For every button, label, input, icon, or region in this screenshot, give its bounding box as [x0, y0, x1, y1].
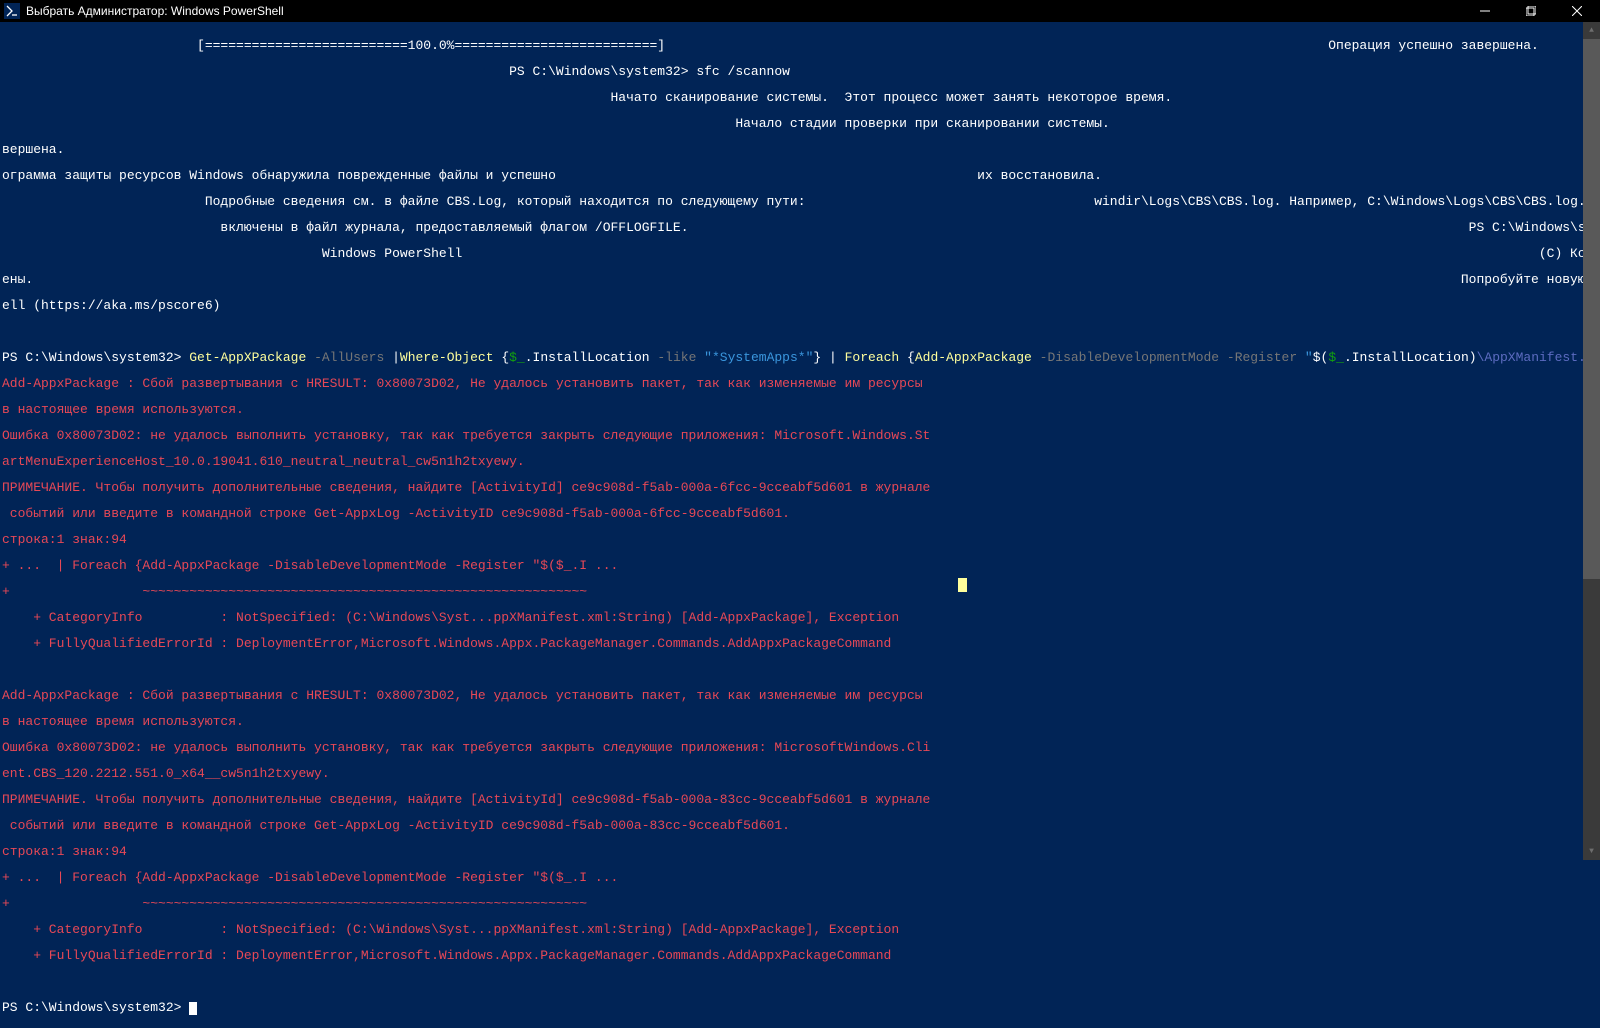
- error-line: событий или введите в командной строке G…: [2, 507, 1598, 520]
- error-line: artMenuExperienceHost_10.0.19041.610_neu…: [2, 455, 1598, 468]
- command-line: PS C:\Windows\system32> Get-AppXPackage …: [2, 351, 1598, 364]
- prompt-line[interactable]: PS C:\Windows\system32>: [2, 1001, 1598, 1015]
- powershell-icon: [4, 3, 20, 19]
- error-line: + FullyQualifiedErrorId : DeploymentErro…: [2, 637, 1598, 650]
- output-line: PS C:\Windows\system32> sfc /scannow: [2, 65, 1598, 78]
- output-line: [==========================100.0%=======…: [2, 39, 1598, 52]
- window-title: Выбрать Администратор: Windows PowerShel…: [26, 5, 284, 17]
- terminal-output[interactable]: [==========================100.0%=======…: [0, 22, 1600, 1028]
- error-line: событий или введите в командной строке G…: [2, 819, 1598, 832]
- error-line: в настоящее время используются.: [2, 715, 1598, 728]
- output-line: вершена.: [2, 143, 1598, 156]
- error-line: + ~~~~~~~~~~~~~~~~~~~~~~~~~~~~~~~~~~~~~~…: [2, 585, 1598, 598]
- error-line: + ... | Foreach {Add-AppxPackage -Disabl…: [2, 559, 1598, 572]
- output-line: ell (https://aka.ms/pscore6): [2, 299, 1598, 312]
- output-line: ограмма защиты ресурсов Windows обнаружи…: [2, 169, 1598, 182]
- minimize-button[interactable]: [1462, 0, 1508, 22]
- cursor: [189, 1002, 197, 1015]
- window-controls: [1462, 0, 1600, 22]
- scroll-down-button[interactable]: ▼: [1583, 843, 1600, 860]
- output-line: Начато сканирование системы. Этот процес…: [2, 91, 1598, 104]
- maximize-button[interactable]: [1508, 0, 1554, 22]
- error-line: + ~~~~~~~~~~~~~~~~~~~~~~~~~~~~~~~~~~~~~~…: [2, 897, 1598, 910]
- output-line: [2, 663, 1598, 676]
- error-line: + CategoryInfo : NotSpecified: (C:\Windo…: [2, 611, 1598, 624]
- scroll-thumb[interactable]: [1583, 39, 1600, 579]
- scrollbar[interactable]: ▲ ▼: [1583, 22, 1600, 860]
- output-line: Подробные сведения см. в файле CBS.Log, …: [2, 195, 1598, 208]
- error-line: строка:1 знак:94: [2, 845, 1598, 858]
- error-line: строка:1 знак:94: [2, 533, 1598, 546]
- error-line: + ... | Foreach {Add-AppxPackage -Disabl…: [2, 871, 1598, 884]
- error-line: Ошибка 0x80073D02: не удалось выполнить …: [2, 741, 1598, 754]
- error-line: Ошибка 0x80073D02: не удалось выполнить …: [2, 429, 1598, 442]
- error-line: Add-AppxPackage : Сбой развертывания с H…: [2, 689, 1598, 702]
- output-line: [2, 975, 1598, 988]
- scroll-up-button[interactable]: ▲: [1583, 22, 1600, 39]
- error-line: + FullyQualifiedErrorId : DeploymentErro…: [2, 949, 1598, 962]
- titlebar[interactable]: Выбрать Администратор: Windows PowerShel…: [0, 0, 1600, 22]
- output-line: ены. Попробуйте но: [2, 273, 1598, 286]
- error-line: ПРИМЕЧАНИЕ. Чтобы получить дополнительны…: [2, 793, 1598, 806]
- error-line: в настоящее время используются.: [2, 403, 1598, 416]
- output-line: включены в файл журнала, предоставляемый…: [2, 221, 1598, 234]
- error-line: + CategoryInfo : NotSpecified: (C:\Windo…: [2, 923, 1598, 936]
- output-line: Windows PowerShell (С) Корпорация Майкро…: [2, 247, 1598, 260]
- error-line: ent.CBS_120.2212.551.0_x64__cw5n1h2txyew…: [2, 767, 1598, 780]
- output-line: [2, 325, 1598, 338]
- error-line: Add-AppxPackage : Сбой развертывания с H…: [2, 377, 1598, 390]
- error-line: ПРИМЕЧАНИЕ. Чтобы получить дополнительны…: [2, 481, 1598, 494]
- close-button[interactable]: [1554, 0, 1600, 22]
- text-cursor-icon: [958, 578, 967, 592]
- output-line: Начало стадии проверки при сканировании …: [2, 117, 1598, 130]
